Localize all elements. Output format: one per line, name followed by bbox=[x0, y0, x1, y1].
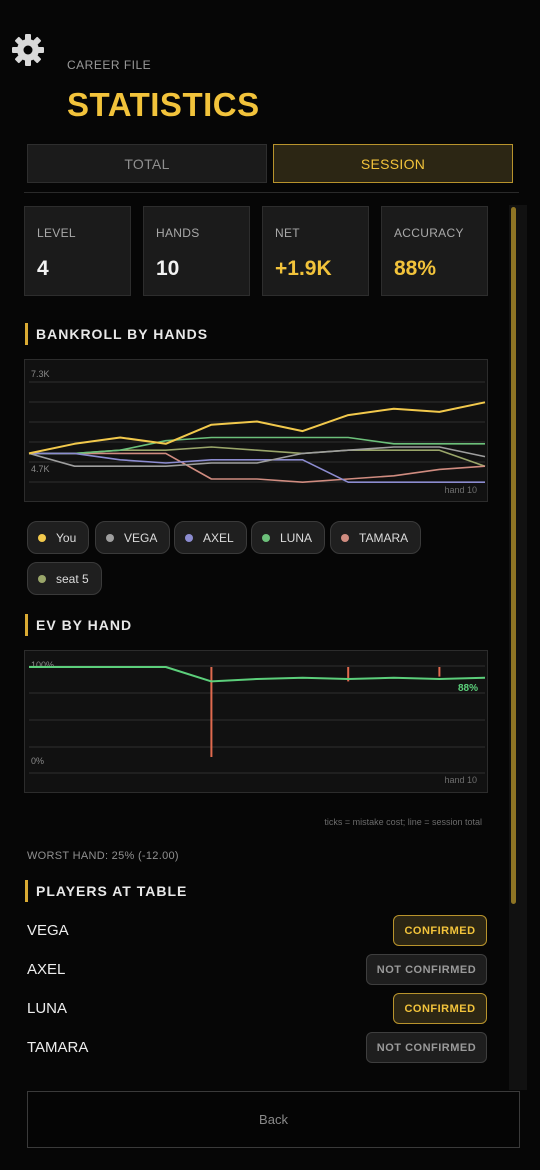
status-badge[interactable]: CONFIRMED bbox=[393, 915, 487, 946]
legend-label: TAMARA bbox=[359, 530, 409, 545]
tab-total[interactable]: TOTAL bbox=[27, 144, 267, 183]
ev-chart: 100% 0% hand 10 88% bbox=[24, 650, 488, 793]
bankroll-chart-svg: 7.3K 4.7K hand 10 bbox=[28, 369, 486, 495]
stat-value: +1.9K bbox=[275, 257, 332, 280]
legend-seat-5[interactable]: seat 5 bbox=[27, 562, 102, 595]
legend-dot bbox=[38, 533, 46, 542]
legend-dot bbox=[262, 533, 270, 542]
stat-card-net: NET +1.9K bbox=[262, 206, 369, 296]
bankroll-chart: 7.3K 4.7K hand 10 bbox=[24, 359, 488, 502]
page-title: STATISTICS bbox=[67, 86, 260, 123]
legend-label: seat 5 bbox=[56, 571, 89, 586]
series-line-session-total bbox=[29, 666, 486, 683]
y-axis-top-label: 7.3K bbox=[31, 369, 50, 379]
worst-hand: WORST HAND: 25% (-12.00) bbox=[27, 850, 179, 862]
legend-label: You bbox=[56, 530, 77, 545]
legend-dot bbox=[341, 533, 349, 542]
divider bbox=[24, 192, 519, 193]
back-button[interactable]: Back bbox=[27, 1091, 520, 1148]
legend-vega[interactable]: VEGA bbox=[95, 521, 171, 554]
stat-label: ACCURACY bbox=[394, 226, 464, 240]
status-badge[interactable]: CONFIRMED bbox=[393, 993, 487, 1024]
section-title-ev: EV BY HAND bbox=[25, 614, 132, 636]
ev-chart-svg: 100% 0% hand 10 88% bbox=[29, 660, 486, 785]
scrollbar-thumb[interactable] bbox=[511, 207, 516, 904]
legend-label: LUNA bbox=[280, 530, 313, 545]
player-name: AXEL bbox=[27, 961, 66, 978]
tab-session[interactable]: SESSION bbox=[273, 144, 513, 183]
section-title-bankroll: BANKROLL BY HANDS bbox=[25, 323, 208, 345]
series-line-tamara bbox=[29, 452, 486, 483]
stat-label: LEVEL bbox=[37, 226, 76, 240]
legend-dot bbox=[106, 533, 114, 542]
legend-label: AXEL bbox=[203, 530, 234, 545]
legend-luna[interactable]: LUNA bbox=[251, 521, 326, 554]
ev-chart-note: ticks = mistake cost; line = session tot… bbox=[324, 817, 482, 827]
stat-card-level: LEVEL 4 bbox=[24, 206, 131, 296]
section-title-players: PLAYERS AT TABLE bbox=[25, 880, 187, 902]
legend-you[interactable]: You bbox=[27, 521, 90, 554]
x-axis-label: hand 10 bbox=[444, 775, 477, 785]
stat-value: 4 bbox=[37, 257, 49, 280]
page-subtitle: CAREER FILE bbox=[67, 58, 152, 72]
status-badge[interactable]: NOT CONFIRMED bbox=[366, 954, 487, 985]
player-name: TAMARA bbox=[27, 1039, 89, 1056]
stat-card-hands: HANDS 10 bbox=[143, 206, 250, 296]
gear-icon[interactable] bbox=[8, 30, 48, 70]
legend-dot bbox=[38, 574, 46, 583]
player-name: LUNA bbox=[27, 1000, 68, 1017]
x-axis-label: hand 10 bbox=[444, 485, 477, 495]
stat-card-accuracy: ACCURACY 88% bbox=[381, 206, 488, 296]
y-axis-bottom-label: 4.7K bbox=[31, 464, 50, 474]
ev-end-label: 88% bbox=[458, 683, 478, 694]
series-line-you bbox=[28, 401, 486, 455]
player-name: VEGA bbox=[27, 922, 69, 939]
series-line-axel bbox=[29, 452, 485, 483]
stat-value: 10 bbox=[156, 257, 180, 280]
stat-label: NET bbox=[275, 226, 300, 240]
status-badge[interactable]: NOT CONFIRMED bbox=[366, 1032, 487, 1063]
legend-dot bbox=[185, 533, 193, 542]
stat-value: 88% bbox=[394, 257, 437, 280]
legend-axel[interactable]: AXEL bbox=[174, 521, 247, 554]
y-axis-top-label: 100% bbox=[31, 660, 54, 670]
stat-label: HANDS bbox=[156, 226, 200, 240]
y-axis-bottom-label: 0% bbox=[31, 756, 44, 766]
legend-label: VEGA bbox=[124, 530, 158, 545]
legend-tamara[interactable]: TAMARA bbox=[330, 521, 422, 554]
